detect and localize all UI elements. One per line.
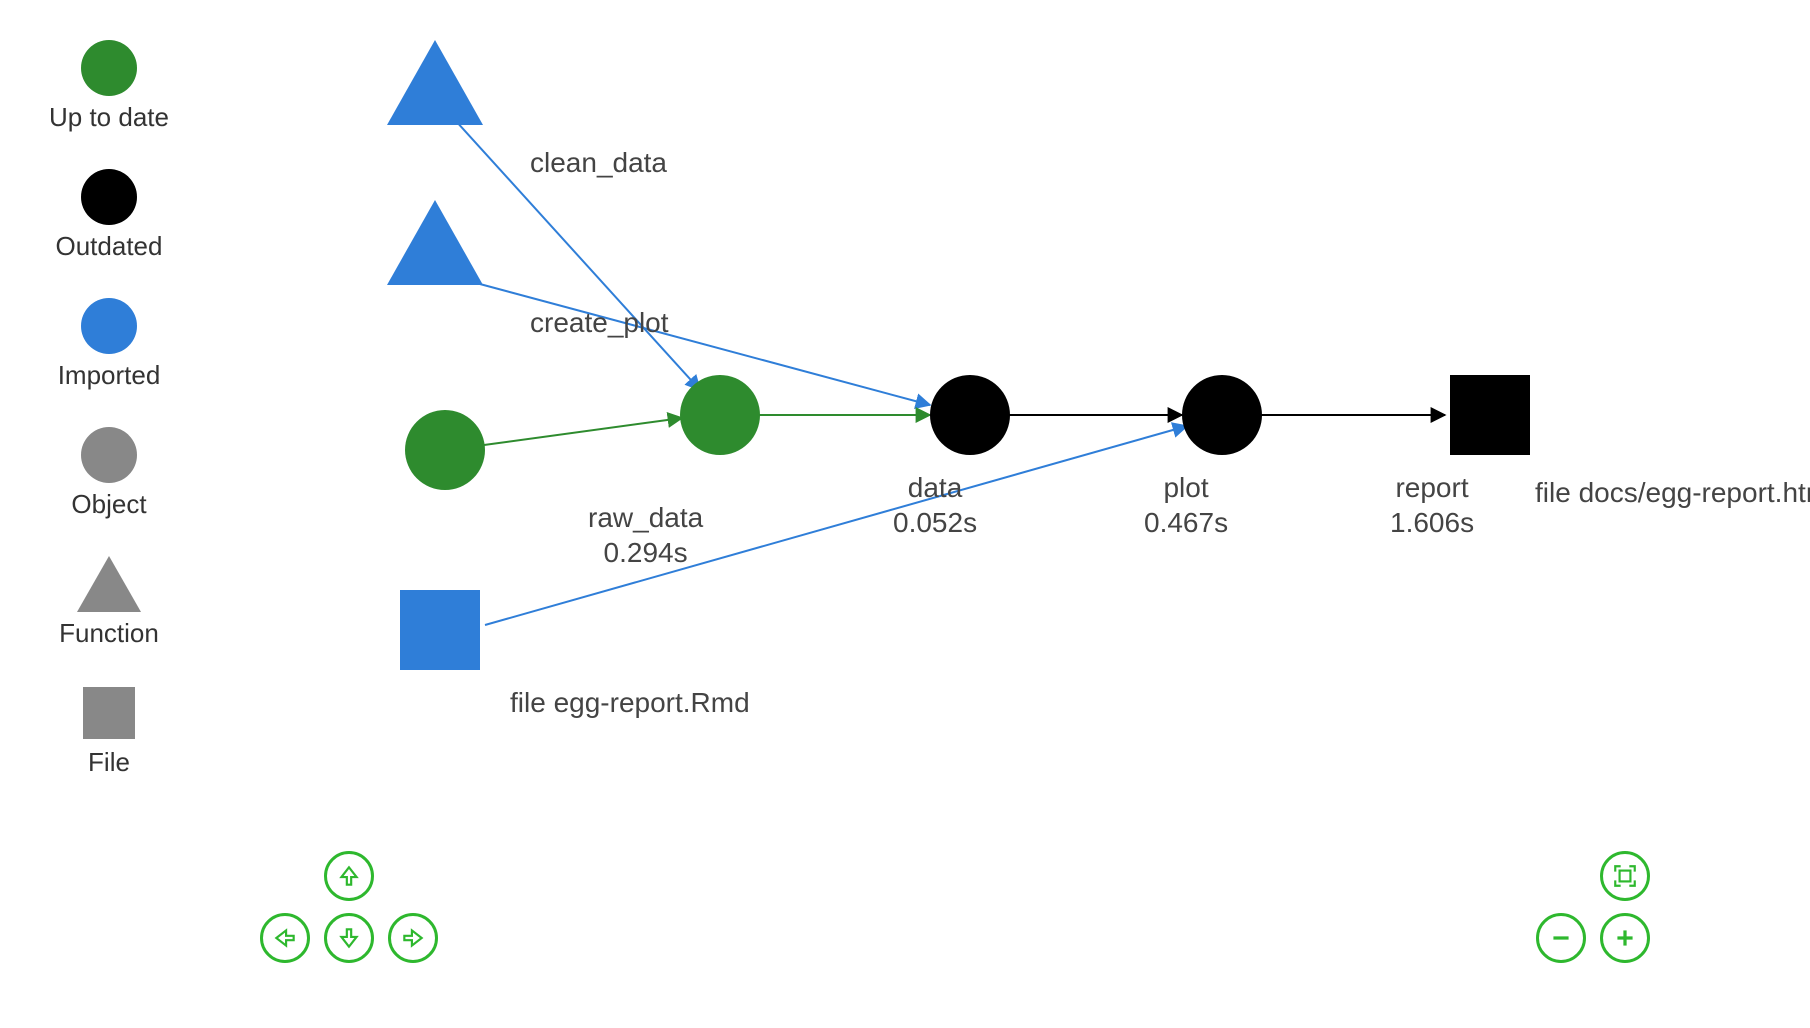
label-raw-data: raw_data 0.294s	[588, 500, 703, 570]
pan-left-button[interactable]	[260, 913, 310, 963]
label-report: report 1.606s	[1390, 470, 1474, 540]
label-data: data 0.052s	[893, 470, 977, 540]
zoom-fit-button[interactable]	[1600, 851, 1650, 901]
legend-label-function: Function	[59, 618, 159, 649]
legend-function: Function	[24, 556, 194, 649]
plus-icon	[1612, 925, 1638, 951]
legend-object: Object	[24, 427, 194, 520]
pan-right-button[interactable]	[388, 913, 438, 963]
legend-label-outdated: Outdated	[56, 231, 163, 262]
label-create-plot: create_plot	[530, 305, 669, 340]
node-file-rmd[interactable]	[400, 590, 480, 670]
node-report[interactable]	[1182, 375, 1262, 455]
legend-label-up-to-date: Up to date	[49, 102, 169, 133]
pan-up-button[interactable]	[324, 851, 374, 901]
node-file-html[interactable]	[1450, 375, 1530, 455]
legend-imported: Imported	[24, 298, 194, 391]
zoom-controls	[1536, 839, 1650, 963]
node-create-plot[interactable]	[387, 200, 483, 285]
arrow-down-icon	[336, 925, 362, 951]
legend-file: File	[24, 685, 194, 778]
fit-icon	[1612, 863, 1638, 889]
legend-label-imported: Imported	[58, 360, 161, 391]
label-file-html: file docs/egg-report.html	[1535, 475, 1810, 510]
edge-raw-data-to-data	[484, 418, 682, 445]
arrow-up-icon	[336, 863, 362, 889]
zoom-in-button[interactable]	[1600, 913, 1650, 963]
legend-up-to-date: Up to date	[24, 40, 194, 133]
label-clean-data: clean_data	[530, 145, 667, 180]
label-plot: plot 0.467s	[1144, 470, 1228, 540]
zoom-out-button[interactable]	[1536, 913, 1586, 963]
arrow-left-icon	[272, 925, 298, 951]
node-data[interactable]	[680, 375, 760, 455]
node-clean-data[interactable]	[387, 40, 483, 125]
pan-controls	[260, 839, 438, 963]
legend-outdated: Outdated	[24, 169, 194, 262]
legend-label-object: Object	[71, 489, 146, 520]
pan-down-button[interactable]	[324, 913, 374, 963]
node-plot[interactable]	[930, 375, 1010, 455]
node-raw-data[interactable]	[405, 410, 485, 490]
legend: Up to date Outdated Imported Object Func…	[24, 40, 194, 778]
arrow-right-icon	[400, 925, 426, 951]
minus-icon	[1548, 925, 1574, 951]
label-file-rmd: file egg-report.Rmd	[510, 685, 750, 720]
legend-label-file: File	[88, 747, 130, 778]
